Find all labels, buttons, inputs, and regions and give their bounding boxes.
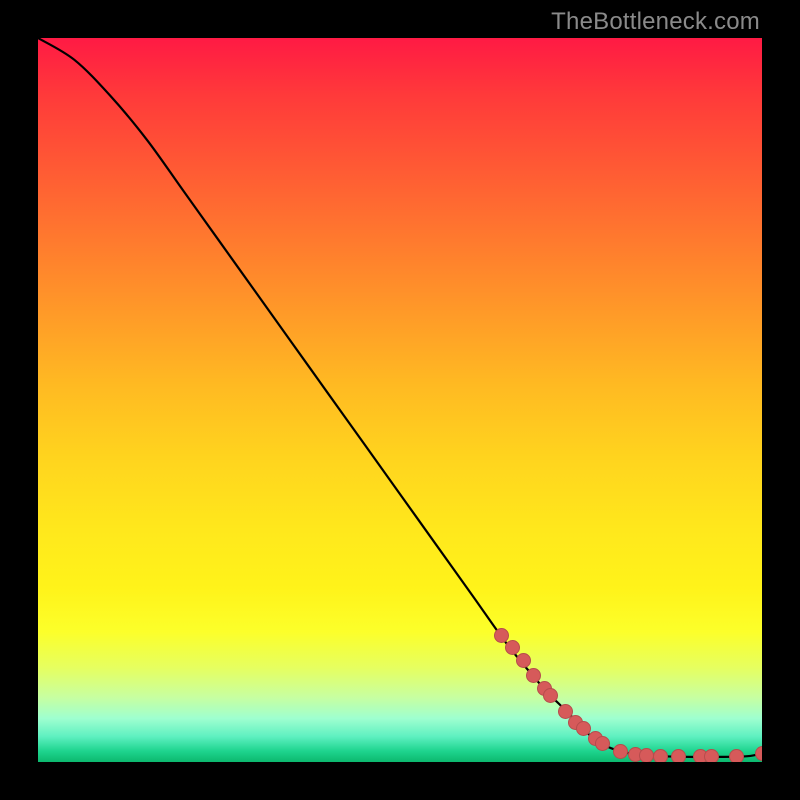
data-marker (505, 640, 520, 655)
curve-layer (38, 38, 762, 762)
data-marker (595, 736, 610, 751)
chart-frame: TheBottleneck.com (0, 0, 800, 800)
plot-area (38, 38, 762, 762)
data-marker (729, 749, 744, 762)
data-marker (516, 653, 531, 668)
data-marker (671, 749, 686, 762)
bottleneck-curve (38, 38, 762, 757)
data-marker (639, 748, 654, 762)
data-marker (494, 628, 509, 643)
data-marker (653, 749, 668, 762)
data-marker (704, 749, 719, 762)
data-marker (526, 668, 541, 683)
watermark-text: TheBottleneck.com (551, 8, 760, 36)
data-marker (543, 688, 558, 703)
